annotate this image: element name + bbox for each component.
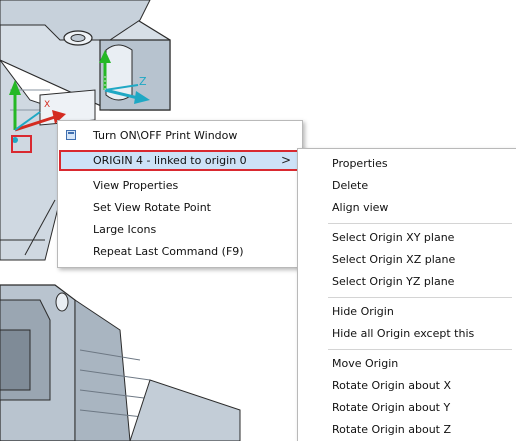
menu-item-label: Select Origin XZ plane — [332, 253, 456, 266]
submenu-item-align-view[interactable]: Align view — [299, 197, 515, 218]
submenu-item-rotate-about-z[interactable]: Rotate Origin about Z — [299, 419, 515, 440]
submenu-item-move-origin[interactable]: Move Origin — [299, 353, 515, 374]
menu-item-label: ORIGIN 4 - linked to origin 0 — [93, 154, 247, 167]
submenu-item-select-xz-plane[interactable]: Select Origin XZ plane — [299, 249, 515, 270]
menu-item-label: View Properties — [93, 179, 179, 192]
submenu-item-properties[interactable]: Properties — [299, 153, 515, 174]
menu-item-label: Select Origin YZ plane — [332, 275, 455, 288]
menu-item-label: Turn ON\OFF Print Window — [93, 129, 238, 142]
menu-item-label: Move Origin — [332, 357, 399, 370]
menu-item-set-view-rotate-point[interactable]: Set View Rotate Point — [59, 197, 301, 218]
print-window-icon — [66, 130, 76, 140]
menu-item-label: Large Icons — [93, 223, 157, 236]
submenu-item-rotate-about-x[interactable]: Rotate Origin about X — [299, 375, 515, 396]
menu-item-label: Repeat Last Command (F9) — [93, 245, 244, 258]
context-menu: Turn ON\OFF Print Window ORIGIN 4 - link… — [57, 120, 303, 268]
selected-origin-marker[interactable] — [11, 135, 32, 153]
menu-separator — [328, 223, 512, 224]
menu-item-label: Set View Rotate Point — [93, 201, 211, 214]
menu-item-print-window[interactable]: Turn ON\OFF Print Window — [59, 125, 301, 146]
menu-separator — [328, 349, 512, 350]
submenu-item-select-xy-plane[interactable]: Select Origin XY plane — [299, 227, 515, 248]
menu-item-label: Align view — [332, 201, 389, 214]
submenu-item-hide-all-origin-except-this[interactable]: Hide all Origin except this — [299, 323, 515, 344]
menu-item-label: Properties — [332, 157, 388, 170]
submenu-item-rotate-about-y[interactable]: Rotate Origin about Y — [299, 397, 515, 418]
menu-item-origin-4[interactable]: ORIGIN 4 - linked to origin 0 > — [59, 150, 301, 171]
menu-item-label: Select Origin XY plane — [332, 231, 455, 244]
submenu-item-select-yz-plane[interactable]: Select Origin YZ plane — [299, 271, 515, 292]
menu-item-label: Rotate Origin about Z — [332, 423, 452, 436]
menu-item-label: Rotate Origin about Y — [332, 401, 451, 414]
menu-item-label: Rotate Origin about X — [332, 379, 452, 392]
axis-label-x: X — [44, 100, 51, 110]
menu-separator — [328, 297, 512, 298]
menu-item-view-properties[interactable]: View Properties — [59, 175, 301, 196]
menu-item-large-icons[interactable]: Large Icons — [59, 219, 301, 240]
axis-label-z: Z — [139, 75, 147, 88]
submenu-item-hide-origin[interactable]: Hide Origin — [299, 301, 515, 322]
menu-item-label: Hide Origin — [332, 305, 394, 318]
menu-item-label: Hide all Origin except this — [332, 327, 475, 340]
menu-item-label: Delete — [332, 179, 369, 192]
origin-submenu: Properties Delete Align view Select Orig… — [297, 148, 516, 441]
chevron-right-icon: > — [280, 153, 291, 167]
submenu-item-delete[interactable]: Delete — [299, 175, 515, 196]
menu-item-repeat-last-command[interactable]: Repeat Last Command (F9) — [59, 241, 301, 262]
